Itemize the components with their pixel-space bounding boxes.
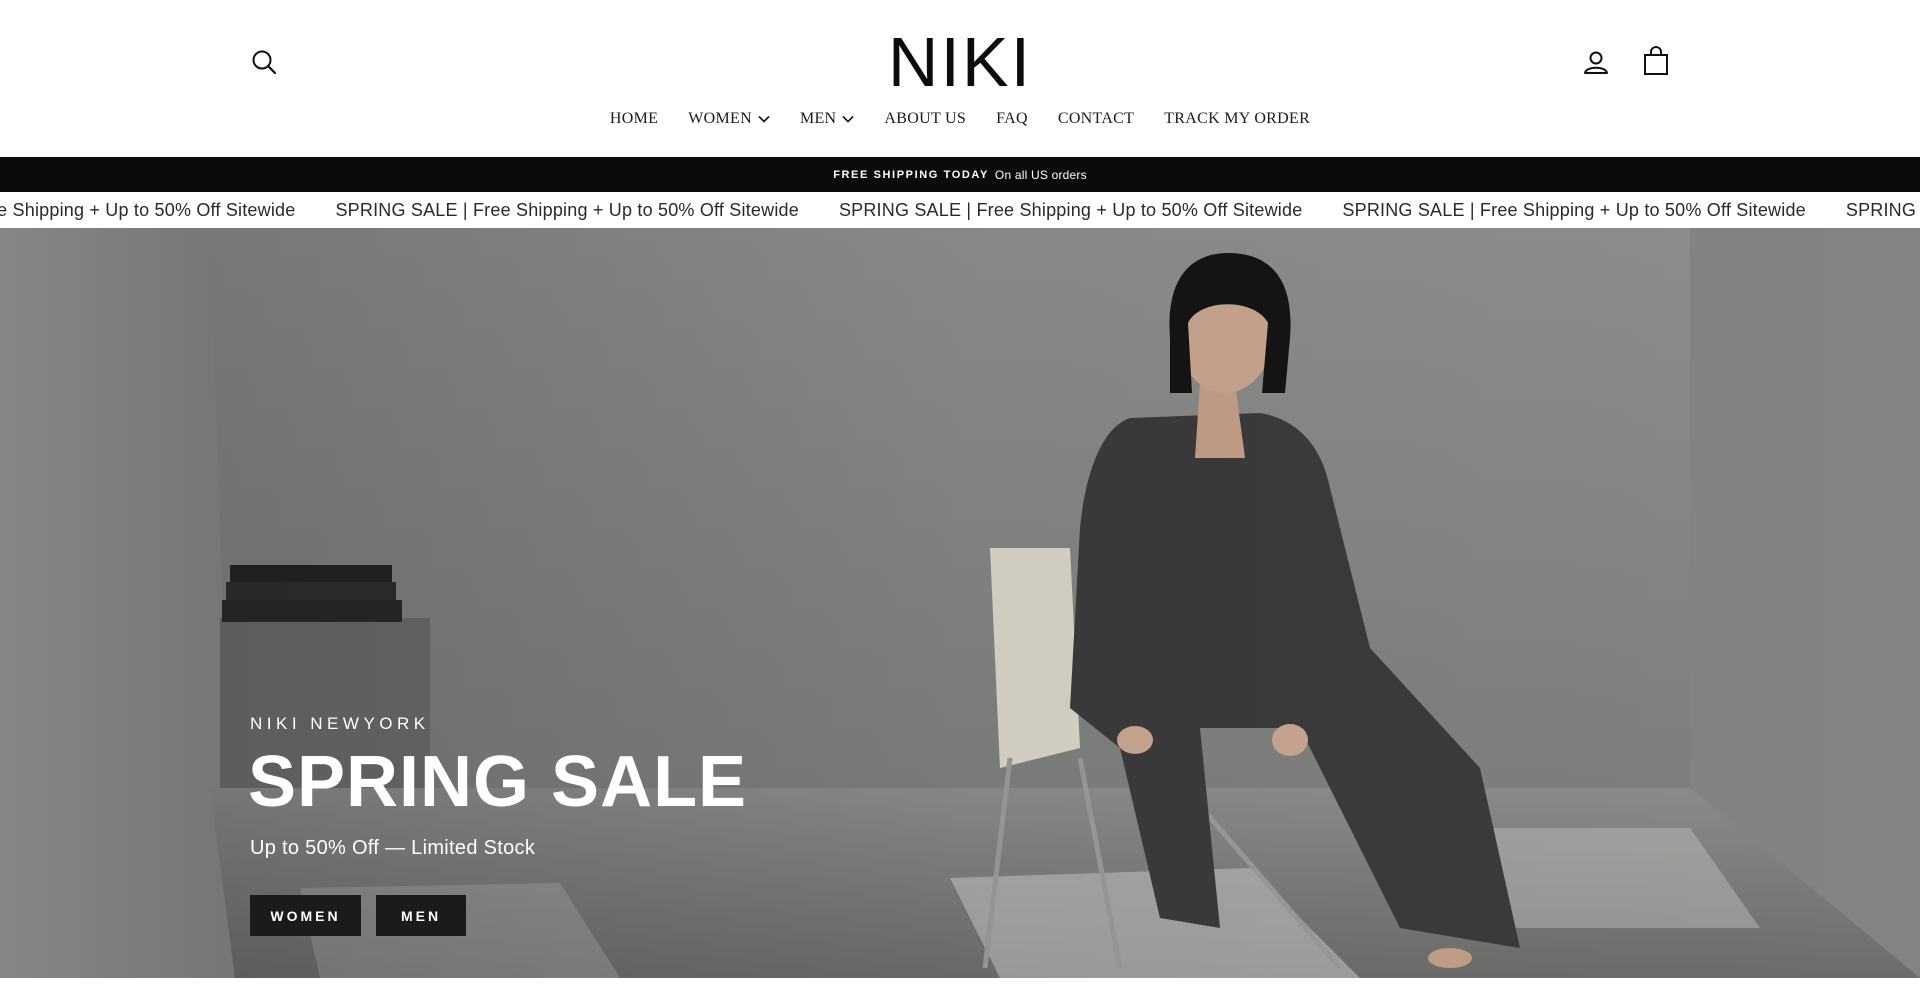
hero-title: SPRING SALE <box>248 742 748 822</box>
shopping-bag-icon[interactable] <box>1642 46 1670 76</box>
marquee-item[interactable]: SPRING SALE | Free Shipping + Up to 50% … <box>335 200 838 221</box>
promo-marquee: SPRING SALE | Free Shipping + Up to 50% … <box>0 192 1920 228</box>
main-nav: HOME WOMEN MEN ABOUT US FAQ CONTACT TRAC… <box>0 106 1920 132</box>
hero-banner: NIKI NEWYORK SPRING SALE Up to 50% Off —… <box>0 228 1920 978</box>
chevron-down-icon <box>758 115 770 123</box>
shop-women-button[interactable]: WOMEN <box>250 895 361 936</box>
shop-men-button[interactable]: MEN <box>376 895 466 936</box>
marquee-item[interactable]: SPRING SALE | Free Shipping + Up to 50% … <box>0 200 335 221</box>
nav-item-faq[interactable]: FAQ <box>996 106 1028 132</box>
nav-item-label: ABOUT US <box>884 110 967 127</box>
nav-item-label: CONTACT <box>1057 110 1135 127</box>
hero-buttons: WOMEN MEN <box>250 895 466 936</box>
nav-item-men[interactable]: MEN <box>800 106 854 132</box>
announcement-strong: FREE SHIPPING TODAY <box>833 168 989 181</box>
nav-item-about-us[interactable]: ABOUT US <box>884 106 966 132</box>
announcement-text: On all US orders <box>994 167 1087 182</box>
site-header: NIKI HOME WOMEN MEN ABOUT US FAQ CONTACT… <box>0 0 1920 157</box>
nav-item-label: FAQ <box>996 110 1028 127</box>
nav-item-label: HOME <box>609 110 659 127</box>
hero-subtitle: Up to 50% Off — Limited Stock <box>250 837 536 859</box>
marquee-track: SPRING SALE | Free Shipping + Up to 50% … <box>0 192 1920 228</box>
marquee-item[interactable]: SPRING SALE | Free Shipping + Up to 50% … <box>1846 200 1920 221</box>
nav-item-track-order[interactable]: TRACK MY ORDER <box>1164 106 1310 132</box>
page-bottom-edge <box>0 978 1920 993</box>
hero-image <box>0 228 1920 978</box>
nav-item-contact[interactable]: CONTACT <box>1058 106 1134 132</box>
nav-item-women[interactable]: WOMEN <box>688 106 770 132</box>
marquee-item[interactable]: SPRING SALE | Free Shipping + Up to 50% … <box>1342 200 1845 221</box>
site-logo[interactable]: NIKI <box>0 22 1920 102</box>
nav-item-label: TRACK MY ORDER <box>1164 110 1311 127</box>
chevron-down-icon <box>842 115 854 123</box>
hero-eyebrow: NIKI NEWYORK <box>250 714 430 733</box>
marquee-item[interactable]: SPRING SALE | Free Shipping + Up to 50% … <box>839 200 1342 221</box>
nav-item-home[interactable]: HOME <box>610 106 658 132</box>
announcement-bar: FREE SHIPPING TODAY On all US orders <box>0 157 1920 192</box>
nav-item-label: MEN <box>799 110 837 127</box>
nav-item-label: WOMEN <box>688 110 752 127</box>
user-icon[interactable] <box>1582 48 1610 76</box>
